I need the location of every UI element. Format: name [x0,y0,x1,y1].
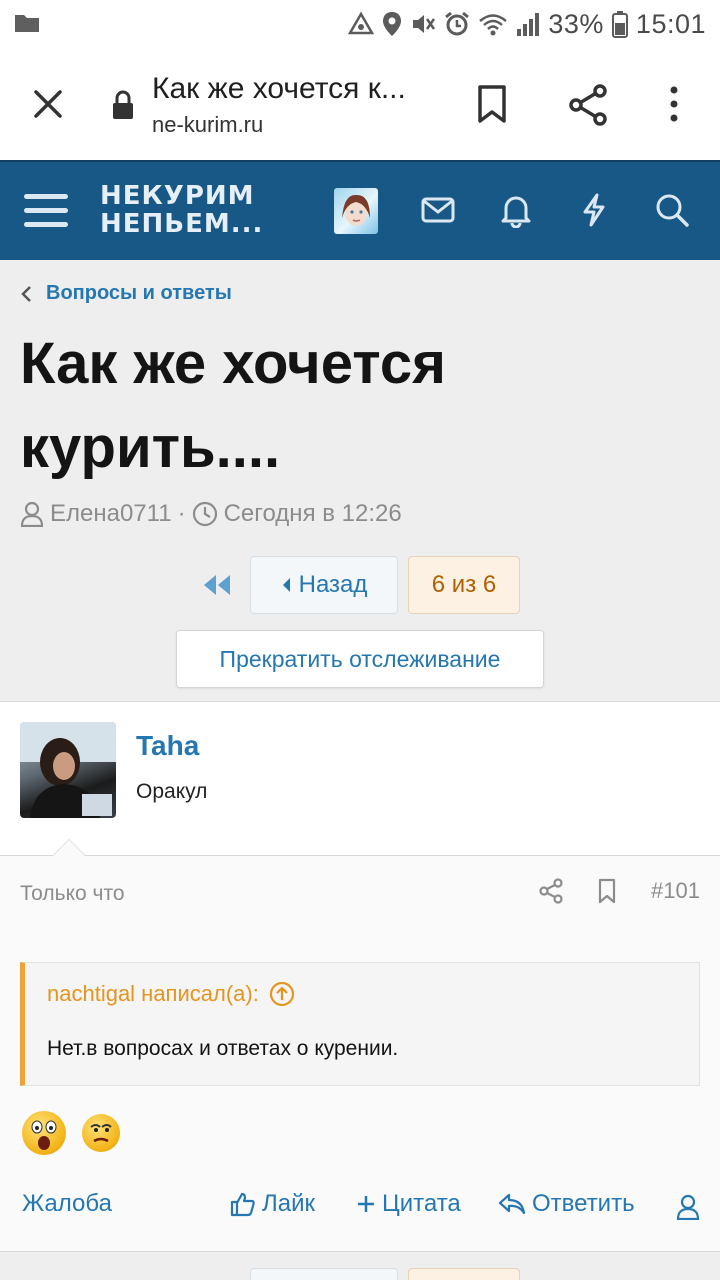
thread-header: Вопросы и ответы Как же хочется курить..… [0,260,720,702]
lock-icon [113,90,133,119]
avatar-photo-icon [20,722,116,818]
reply-icon [498,1193,526,1215]
avatar-face-icon [342,194,370,226]
thread-date[interactable]: Сегодня в 12:26 [224,500,402,528]
speech-pointer [52,839,86,856]
post-actions: Жалоба Лайк Цитата Ответить [0,1190,720,1230]
user-icon [20,501,44,527]
battery-icon [611,11,628,38]
quote-label: Цитата [382,1190,461,1217]
bell-icon[interactable] [498,192,534,228]
clock: 15:01 [635,8,706,39]
bottom-previous-button[interactable] [250,1268,398,1280]
breadcrumb[interactable]: Вопросы и ответы [20,282,232,305]
post-author-name[interactable]: Taha [136,730,199,762]
next-section-strip [0,1252,720,1280]
breadcrumb-link[interactable]: Вопросы и ответы [46,282,232,305]
post-tools: #101 [539,878,700,904]
quote-button[interactable]: Цитата [356,1190,461,1218]
pagination: Назад 6 из 6 [0,556,720,616]
post-author-title: Оракул [136,780,208,803]
post-number[interactable]: #101 [651,878,700,904]
bottom-page-counter[interactable] [408,1268,520,1280]
shocked-smiley-icon [22,1111,66,1155]
like-label: Лайк [262,1190,316,1217]
chevron-left-icon [21,285,31,302]
browser-page-title: Как же хочется к... [152,72,406,105]
recycle-icon [348,11,375,35]
mute-icon [413,15,436,33]
post-body: Только что #101 nachtigal написал(а): Не… [0,856,720,1252]
report-link[interactable]: Жалоба [22,1190,112,1218]
unwatch-button[interactable]: Прекратить отслеживание [176,630,544,688]
quote-block: nachtigal написал(а): Нет.в вопросах и о… [20,962,700,1086]
thread-meta: Елена0711 · Сегодня в 12:26 [20,500,402,528]
user-avatar[interactable] [334,188,378,234]
share-icon[interactable] [568,84,608,126]
location-icon [383,12,402,36]
logo-line-2: НЕПЬЕМ... [100,209,264,239]
user-icon[interactable] [676,1194,700,1220]
alarm-icon [445,11,470,36]
menu-icon[interactable] [24,194,68,230]
wifi-icon [479,14,508,36]
share-icon[interactable] [539,878,563,904]
thinking-smiley-icon [82,1114,120,1152]
site-logo[interactable]: НЕКУРИМ НЕПЬЕМ... [100,182,263,238]
more-menu-icon[interactable] [664,84,684,124]
close-icon[interactable] [28,84,68,124]
thumbs-up-icon [230,1192,255,1217]
mail-icon[interactable] [420,192,456,228]
post-author-block: Taha Оракул [0,702,720,856]
logo-line-1: НЕКУРИМ [100,181,255,211]
post-author-avatar[interactable] [20,722,116,818]
signal-icon [517,13,540,36]
previous-page-label: Назад [298,571,368,598]
bookmark-icon[interactable] [597,878,617,904]
battery-percent: 33% [548,8,604,39]
status-icons: 33% 15:01 [348,6,706,42]
meta-separator: · [177,500,186,527]
bookmark-icon[interactable] [476,84,508,124]
site-header: НЕКУРИМ НЕПЬЕМ... [0,160,720,260]
quote-author[interactable]: nachtigal написал(а): [47,981,259,1007]
reply-button[interactable]: Ответить [498,1190,635,1218]
page-counter[interactable]: 6 из 6 [408,556,520,614]
previous-page-button[interactable]: Назад [250,556,398,614]
page-title: Как же хочется курить.... [20,331,446,480]
caret-left-icon [282,578,290,592]
arrow-up-circle-icon[interactable] [269,981,295,1007]
clock-icon [192,501,217,527]
post-time[interactable]: Только что [20,882,125,906]
thread-author[interactable]: Елена0711 [50,500,172,528]
lightning-icon[interactable] [576,192,612,228]
status-bar: 33% 15:01 [0,0,720,48]
quote-header[interactable]: nachtigal написал(а): [47,981,295,1007]
quote-text: Нет.в вопросах и ответах о курении. [47,1037,399,1060]
browser-toolbar: Как же хочется к... ne-kurim.ru [0,48,720,160]
folder-icon [15,15,39,32]
reply-label: Ответить [532,1190,635,1217]
search-icon[interactable] [654,192,690,228]
like-button[interactable]: Лайк [230,1190,315,1218]
plus-icon [358,1196,374,1212]
browser-url[interactable]: ne-kurim.ru [152,112,263,138]
first-page-icon[interactable] [202,574,232,596]
